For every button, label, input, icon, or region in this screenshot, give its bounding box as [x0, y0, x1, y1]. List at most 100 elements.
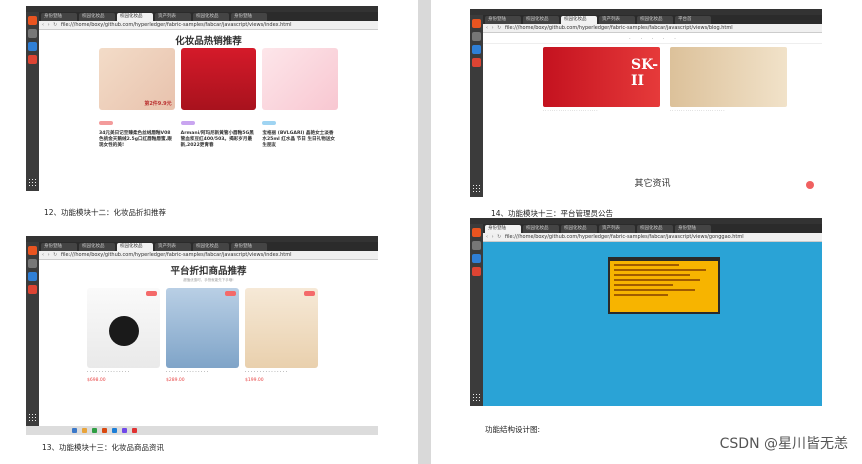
tab-6[interactable]: 平台首: [675, 16, 711, 24]
sale-badge: [225, 291, 236, 296]
tab-strip: 身份登陆 校园化妆品 校园化妆品 资产列表 校园化妆品 身份登陆: [483, 224, 822, 233]
tab-5[interactable]: 校园化妆品: [193, 13, 229, 21]
tab-3[interactable]: 校园化妆品: [117, 13, 153, 21]
files-icon[interactable]: [28, 259, 37, 268]
blog-image[interactable]: SK-II: [543, 47, 660, 107]
tab-3[interactable]: 校园化妆品: [117, 243, 153, 251]
tab-5[interactable]: 校园化妆品: [637, 225, 673, 233]
firefox-icon[interactable]: [28, 246, 37, 255]
product-image[interactable]: [245, 288, 318, 368]
tab-2[interactable]: 校园化妆品: [79, 243, 115, 251]
tab-3[interactable]: 校园化妆品: [561, 225, 597, 233]
tab-4[interactable]: 资产列表: [599, 16, 635, 24]
vscode-icon[interactable]: [472, 254, 481, 263]
product-price: $199.00: [245, 378, 264, 383]
product-card[interactable]: 第2件9.9元 34元美日记至臻柔色丝绒唇釉V08色挑金天鹅绒2.5g口红唇釉唇…: [99, 48, 175, 149]
nav-arrows-icon[interactable]: ‹ › ↻: [42, 251, 58, 259]
nav-arrows-icon[interactable]: ‹ › ↻: [486, 233, 502, 241]
product-card[interactable]: 宝格丽 (BVLGARI) 晶艳女士淡香水25ml 红水晶 节日 生日礼物送女生…: [262, 48, 339, 149]
tab-2[interactable]: 校园化妆品: [523, 225, 559, 233]
browser-window: 身份登陆 校园化妆品 校园化妆品 资产列表 校园化妆品 身份登陆 ‹ › ↻ f…: [39, 12, 378, 191]
tab-1[interactable]: 身份登陆: [485, 225, 521, 233]
taskbar-icon[interactable]: [112, 428, 117, 433]
caption-module-13-info: 13、功能模块十三：化妆品商品资讯: [42, 443, 165, 452]
nav-item[interactable]: ·: [652, 33, 653, 43]
tab-4[interactable]: 资产列表: [155, 13, 191, 21]
launcher: [470, 15, 483, 197]
taskbar-icon[interactable]: [72, 428, 77, 433]
tab-2[interactable]: 校园化妆品: [79, 13, 115, 21]
address-bar[interactable]: ‹ › ↻ file:///home/boxy/github.com/hyper…: [39, 21, 378, 30]
files-icon[interactable]: [472, 241, 481, 250]
tab-1[interactable]: 身份登陆: [41, 13, 77, 21]
nav-item[interactable]: ·: [641, 33, 642, 43]
product-title[interactable]: Armani/阿玛尼新黄管小唇釉5G黑管血浆豆红400/503。揭彩岁月最新,2…: [181, 131, 257, 149]
firefox-icon[interactable]: [28, 16, 37, 25]
vscode-icon[interactable]: [28, 42, 37, 51]
blog-post[interactable]: SK-II · · · · · · · · · · · · · · · · · …: [543, 47, 660, 114]
firefox-icon[interactable]: [472, 228, 481, 237]
product-title[interactable]: · · · · · · · · · · · · · · ·: [87, 370, 160, 376]
nav-arrows-icon[interactable]: ‹ › ↻: [486, 24, 502, 32]
address-bar[interactable]: ‹ › ↻ file:///home/boxy/github.com/hyper…: [39, 251, 378, 260]
apps-grid-icon[interactable]: [472, 393, 481, 402]
taskbar-icon[interactable]: [102, 428, 107, 433]
apps-grid-icon[interactable]: [28, 413, 37, 422]
tab-5[interactable]: 校园化妆品: [637, 16, 673, 24]
taskbar-icon[interactable]: [122, 428, 127, 433]
address-bar[interactable]: ‹ › ↻ file:///home/boxy/github.com/hyper…: [483, 24, 822, 33]
blog-post[interactable]: · · · · · · · · · · · · · · · · · · · · …: [670, 47, 787, 114]
taskbar-icon[interactable]: [92, 428, 97, 433]
product-image[interactable]: [262, 48, 339, 110]
product-image[interactable]: [87, 288, 160, 368]
tab-strip: 身份登陆 校园化妆品 校园化妆品 资产列表 校园化妆品 身份登陆: [39, 242, 378, 251]
tab-1[interactable]: 身份登陆: [485, 16, 521, 24]
product-title[interactable]: 34元美日记至臻柔色丝绒唇釉V08色挑金天鹅绒2.5g口红唇釉唇蜜,跟现女性的美…: [99, 131, 175, 149]
product-card[interactable]: Armani/阿玛尼新黄管小唇釉5G黑管血浆豆红400/503。揭彩岁月最新,2…: [180, 48, 257, 149]
address-bar[interactable]: ‹ › ↻ file:///home/boxy/github.com/hyper…: [483, 233, 822, 242]
product-card[interactable]: · · · · · · · · · · · · · · · $199.00: [245, 288, 318, 383]
files-icon[interactable]: [28, 29, 37, 38]
tab-2[interactable]: 校园化妆品: [523, 16, 559, 24]
taskbar-icon[interactable]: [132, 428, 137, 433]
product-image[interactable]: 第2件9.9元: [99, 48, 175, 110]
tab-6[interactable]: 身份登陆: [675, 225, 711, 233]
nav-item[interactable]: ·: [674, 33, 675, 43]
product-title[interactable]: · · · · · · · · · · · · · · ·: [245, 370, 318, 376]
scroll-top-button[interactable]: [806, 181, 814, 189]
tab-4[interactable]: 资产列表: [599, 225, 635, 233]
app-icon[interactable]: [28, 285, 37, 294]
blog-image[interactable]: [670, 47, 787, 107]
app-icon[interactable]: [472, 58, 481, 67]
tab-3[interactable]: 校园化妆品: [561, 16, 597, 24]
vscode-icon[interactable]: [28, 272, 37, 281]
product-title[interactable]: 宝格丽 (BVLGARI) 晶艳女士淡香水25ml 红水晶 节日 生日礼物送女生…: [262, 131, 338, 149]
caption-module-12: 12、功能模块十二：化妆品折扣推荐: [44, 208, 167, 217]
tab-4[interactable]: 资产列表: [155, 243, 191, 251]
app-icon[interactable]: [472, 267, 481, 276]
taskbar-icon[interactable]: [82, 428, 87, 433]
browser-window: 身份登陆 校园化妆品 校园化妆品 资产列表 校园化妆品 平台首 ‹ › ↻ fi…: [483, 15, 822, 197]
product-card[interactable]: · · · · · · · · · · · · · · · $289.00: [166, 288, 239, 383]
tab-6[interactable]: 身份登陆: [231, 13, 267, 21]
app-icon[interactable]: [28, 55, 37, 64]
tab-5[interactable]: 校园化妆品: [193, 243, 229, 251]
apps-grid-icon[interactable]: [472, 184, 481, 193]
nav-item[interactable]: ·: [663, 33, 664, 43]
nav-arrows-icon[interactable]: ‹ › ↻: [42, 21, 58, 29]
launcher: [26, 242, 39, 426]
product-image[interactable]: [166, 288, 239, 368]
tab-6[interactable]: 身份登陆: [231, 243, 267, 251]
product-image[interactable]: [180, 48, 257, 110]
site-nav: · · · · ·: [483, 33, 822, 44]
product-card[interactable]: · · · · · · · · · · · · · · · $698.00: [87, 288, 160, 383]
files-icon[interactable]: [472, 32, 481, 41]
product-title[interactable]: · · · · · · · · · · · · · · ·: [166, 370, 239, 376]
firefox-icon[interactable]: [472, 19, 481, 28]
nav-item[interactable]: ·: [629, 33, 630, 43]
tab-1[interactable]: 身份登陆: [41, 243, 77, 251]
sale-badge: [304, 291, 315, 296]
apps-grid-icon[interactable]: [28, 178, 37, 187]
vscode-icon[interactable]: [472, 45, 481, 54]
blog-excerpt: · · · · · · · · · · · · · · · · · · · · …: [670, 109, 725, 113]
